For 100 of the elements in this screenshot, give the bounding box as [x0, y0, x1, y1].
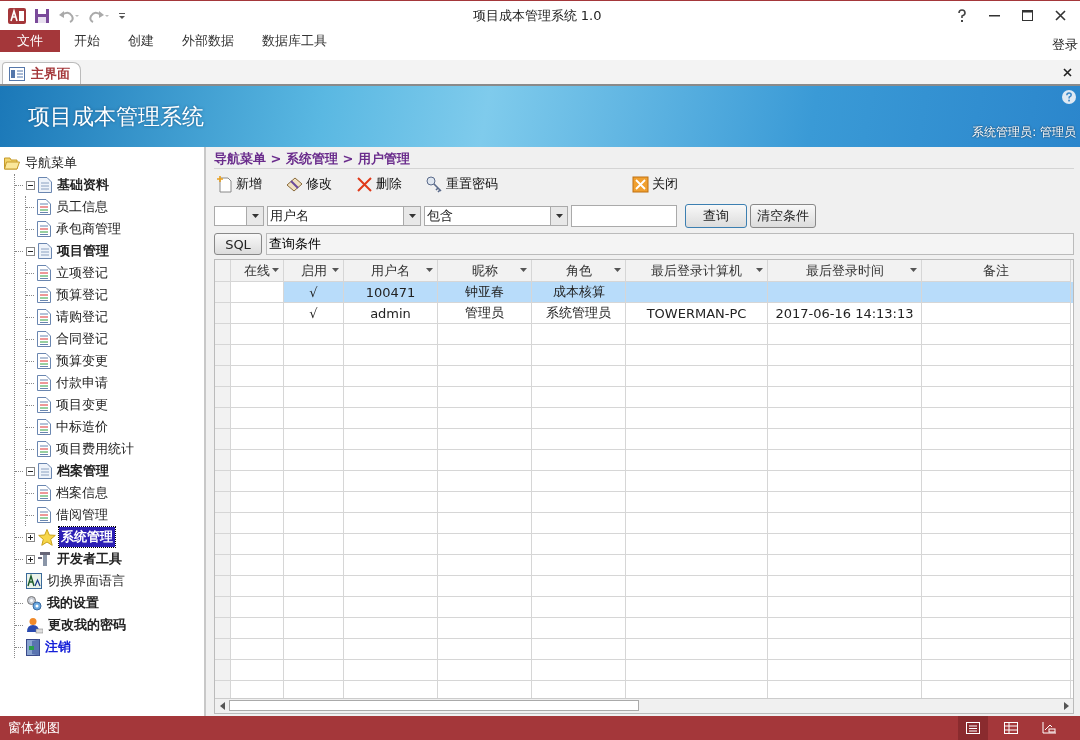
- ribbon-tab[interactable]: 开始: [60, 30, 114, 52]
- document-icon: [37, 309, 51, 325]
- dropdown-arrow-icon: [407, 213, 417, 219]
- save-icon[interactable]: [34, 7, 50, 24]
- search-input[interactable]: [571, 205, 677, 227]
- expand-icon[interactable]: [26, 532, 35, 542]
- document-icon: [38, 463, 52, 479]
- toolbar-button[interactable]: 重置密码: [424, 175, 506, 193]
- toolbar-button[interactable]: 删除: [354, 175, 410, 193]
- collapse-icon[interactable]: [26, 180, 35, 190]
- document-icon: [37, 485, 51, 501]
- view-button[interactable]: [958, 716, 988, 740]
- maximize-icon[interactable]: [1022, 10, 1033, 21]
- layout-view-icon: [1042, 722, 1056, 734]
- table-cell: TOWERMAN-PC: [626, 303, 768, 324]
- nav-item[interactable]: 项目变更: [54, 395, 110, 415]
- document-icon: [37, 419, 51, 435]
- ribbon-tab[interactable]: 外部数据: [168, 30, 248, 52]
- filter-arrow-icon[interactable]: [756, 268, 763, 272]
- ribbon-tab[interactable]: 文件: [0, 30, 60, 52]
- star-icon: [38, 528, 56, 546]
- table-cell: √: [284, 303, 344, 324]
- nav-item[interactable]: 档案管理: [55, 461, 111, 481]
- breadcrumb: 导航菜单 > 系统管理 > 用户管理: [214, 150, 1074, 169]
- folder-icon: [4, 156, 20, 170]
- collapse-icon[interactable]: [26, 246, 35, 256]
- document-icon: [37, 397, 51, 413]
- table-cell: [231, 282, 284, 303]
- nav-item[interactable]: 立项登记: [54, 263, 110, 283]
- nav-item[interactable]: 基础资料: [55, 175, 111, 195]
- expand-icon[interactable]: [26, 554, 35, 564]
- nav-item[interactable]: 系统管理: [59, 527, 115, 547]
- key-icon: [426, 175, 443, 193]
- app-title: 项目成本管理系统: [28, 102, 204, 131]
- nav-item[interactable]: 合同登记: [54, 329, 110, 349]
- dropdown[interactable]: 包含: [424, 206, 568, 226]
- nav-item[interactable]: 注销: [43, 637, 73, 657]
- nav-item[interactable]: 请购登记: [54, 307, 110, 327]
- left-arrow-icon[interactable]: [219, 702, 225, 710]
- toolbar-button[interactable]: 关闭: [630, 175, 686, 193]
- sign-in-link[interactable]: 登录: [1052, 30, 1080, 52]
- table-cell: 系统管理员: [532, 303, 626, 324]
- horizontal-scrollbar[interactable]: [215, 698, 1073, 713]
- table-cell: [231, 303, 284, 324]
- table-row[interactable]: √ admin 管理员 系统管理员 TOWERMAN-PC 2017-06-16 14:13:13: [215, 303, 1073, 324]
- filter-arrow-icon[interactable]: [614, 268, 621, 272]
- sql-button[interactable]: SQL: [214, 233, 262, 255]
- toolbar-button[interactable]: 新增: [214, 175, 270, 193]
- nav-item[interactable]: 借阅管理: [54, 505, 110, 525]
- nav-item[interactable]: 中标造价: [54, 417, 110, 437]
- filter-arrow-icon[interactable]: [272, 268, 279, 272]
- dropdown[interactable]: 用户名: [267, 206, 421, 226]
- nav-item[interactable]: 导航菜单: [23, 153, 79, 173]
- customize-icon[interactable]: [118, 11, 126, 20]
- dropdown-arrow-icon: [554, 213, 564, 219]
- window-title: 项目成本管理系统 1.0: [471, 6, 603, 25]
- user-icon: [26, 616, 43, 634]
- document-icon: [37, 441, 51, 457]
- nav-item[interactable]: 切换界面语言: [45, 571, 127, 591]
- toolbar-button[interactable]: 修改: [284, 175, 340, 193]
- nav-item[interactable]: 预算变更: [54, 351, 110, 371]
- document-tab[interactable]: 主界面: [2, 62, 81, 84]
- nav-item[interactable]: 我的设置: [45, 593, 101, 613]
- ribbon-tab[interactable]: 数据库工具: [248, 30, 341, 52]
- search-button[interactable]: 查询: [685, 204, 747, 228]
- form-icon: [9, 66, 25, 81]
- nav-item[interactable]: 档案信息: [54, 483, 110, 503]
- nav-item[interactable]: 开发者工具: [55, 549, 124, 569]
- document-icon: [37, 331, 51, 347]
- collapse-icon[interactable]: [26, 466, 35, 476]
- nav-item[interactable]: 项目管理: [55, 241, 111, 261]
- filter-arrow-icon[interactable]: [426, 268, 433, 272]
- right-arrow-icon[interactable]: [1063, 702, 1069, 710]
- filter-arrow-icon[interactable]: [332, 268, 339, 272]
- nav-item[interactable]: 员工信息: [54, 197, 110, 217]
- clear-button[interactable]: 清空条件: [750, 204, 816, 228]
- close-icon: [632, 175, 649, 193]
- new-document-icon: [216, 175, 233, 193]
- nav-item[interactable]: 更改我的密码: [46, 615, 128, 635]
- table-row[interactable]: √ 100471 钟亚春 成本核算: [215, 282, 1073, 303]
- help-icon[interactable]: [957, 8, 967, 23]
- nav-item[interactable]: 预算登记: [54, 285, 110, 305]
- app-icon[interactable]: [8, 6, 26, 25]
- table-cell: admin: [344, 303, 438, 324]
- nav-item[interactable]: 项目费用统计: [54, 439, 136, 459]
- close-icon[interactable]: [1055, 10, 1066, 21]
- close-icon[interactable]: [1063, 67, 1072, 77]
- user-label: 系统管理员: 管理员: [972, 124, 1076, 141]
- edit-icon: [286, 175, 303, 193]
- door-icon: [26, 638, 40, 656]
- dropdown-arrow-icon: [250, 213, 260, 219]
- nav-item[interactable]: 付款申请: [54, 373, 110, 393]
- scroll-thumb[interactable]: [229, 700, 639, 711]
- filter-arrow-icon[interactable]: [520, 268, 527, 272]
- document-icon: [37, 199, 51, 215]
- filter-arrow-icon[interactable]: [910, 268, 917, 272]
- nav-item[interactable]: 承包商管理: [54, 219, 123, 239]
- ribbon-tab[interactable]: 创建: [114, 30, 168, 52]
- condition-field[interactable]: 查询条件: [266, 233, 1074, 255]
- document-icon: [37, 287, 51, 303]
